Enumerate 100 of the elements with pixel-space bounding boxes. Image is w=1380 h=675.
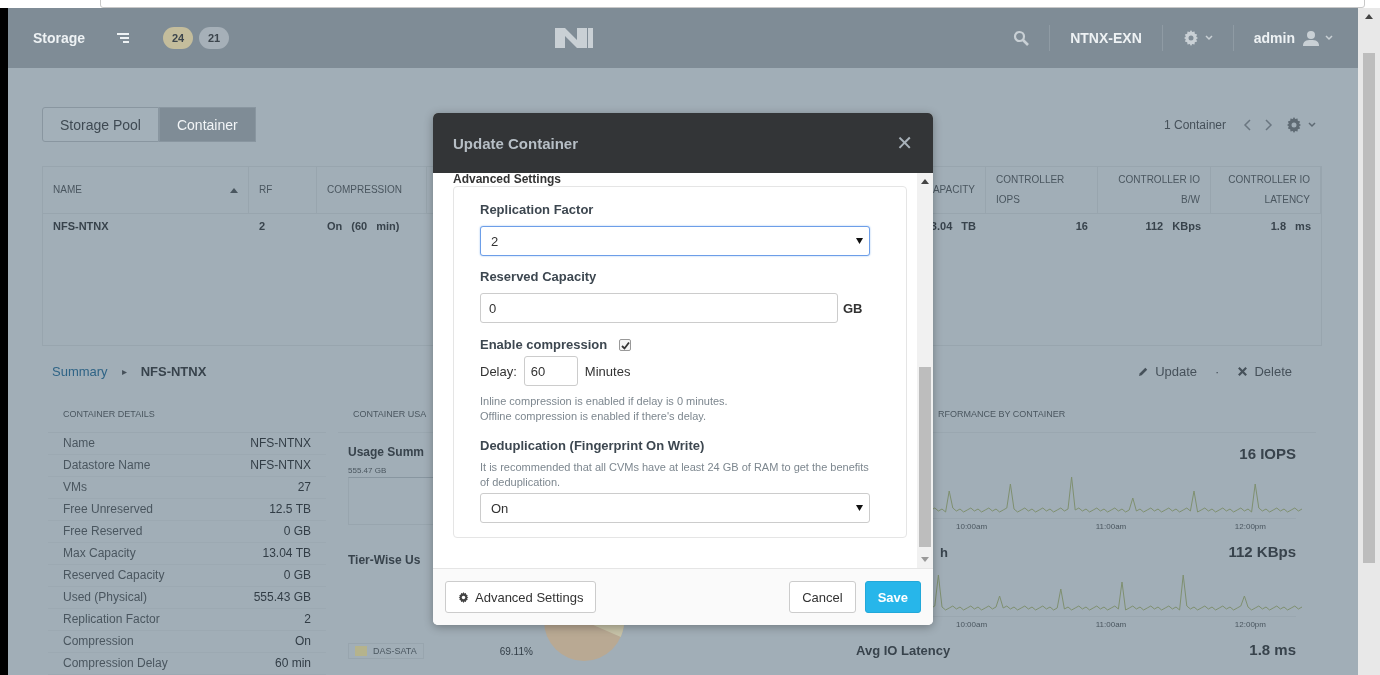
chart-value: 112 KBps [1228, 543, 1296, 560]
column-header[interactable]: NAME [43, 167, 249, 214]
detail-label: Used (Physical) [63, 589, 148, 606]
cancel-button[interactable]: Cancel [789, 581, 856, 613]
detail-label: Compression Delay [63, 655, 168, 672]
detail-value: NFS-NTNX [250, 457, 311, 474]
user-name[interactable]: admin [1253, 30, 1295, 46]
alert-count-badge[interactable]: 24 [163, 27, 194, 49]
detail-label: Free Unreserved [63, 501, 154, 518]
section-title: Advanced Settings [453, 173, 563, 186]
usage-value: 555.47 GB [348, 466, 387, 475]
chart-title: Usage Summ [348, 445, 425, 459]
dialog-title: Update Container [453, 134, 578, 152]
logo-icon [555, 28, 594, 48]
address-bar[interactable] [100, 0, 1365, 8]
search-icon[interactable] [1013, 30, 1030, 46]
field-label: Replication Factor [480, 202, 595, 218]
panel-title: RFORMANCE BY CONTAINER [938, 409, 1066, 419]
container-count: 1 Container [1163, 117, 1226, 132]
scroll-up-icon[interactable] [1365, 14, 1373, 19]
caret-icon [856, 505, 863, 511]
close-icon [1237, 365, 1249, 377]
detail-value: 555.43 GB [253, 589, 311, 606]
detail-label: Max Capacity [63, 545, 136, 562]
column-header[interactable]: CONTROLLER IO B/W [1098, 167, 1211, 214]
chart-title: Tier-Wise Us [348, 553, 421, 567]
user-icon[interactable] [1303, 30, 1319, 46]
chart-value: 1.8 ms [1249, 641, 1296, 658]
unit-label: GB [843, 300, 863, 316]
detail-value: 0 GB [283, 567, 311, 584]
delay-field[interactable]: 60 [523, 356, 578, 386]
app-name: Storage [33, 30, 86, 46]
detail-label: Name [63, 435, 95, 452]
breadcrumb-current: NFS-NTNX [140, 363, 207, 379]
detail-value: 60 min [274, 655, 311, 672]
breadcrumb-link[interactable]: Summary [52, 363, 108, 379]
chart-value: 16 IOPS [1239, 445, 1296, 462]
time-label: 11:00am [1095, 522, 1127, 531]
field-label: Enable compression [480, 337, 608, 353]
scroll-up-icon[interactable] [921, 179, 929, 184]
close-button[interactable]: ✕ [896, 131, 913, 155]
table-cell: 2 [259, 220, 266, 232]
settings-icon[interactable] [1286, 116, 1302, 133]
column-header[interactable]: CONTROLLER IOPS [986, 167, 1098, 214]
field-label: Deduplication (Fingerprint On Write) [480, 438, 706, 454]
panel-title: CONTAINER DETAILS [63, 409, 155, 419]
detail-label: Datastore Name [63, 457, 151, 474]
detail-value: 2 [304, 611, 311, 628]
time-label: 12:00pm [1234, 522, 1266, 531]
column-header[interactable]: CONTROLLER IO LATENCY [1211, 167, 1321, 214]
alert-count-badge[interactable]: 21 [199, 27, 230, 49]
gear-icon [458, 591, 469, 603]
table-cell: 16 [1075, 220, 1088, 232]
update-button[interactable]: Update [1138, 363, 1198, 379]
tab[interactable]: Storage Pool [42, 107, 159, 142]
detail-value: 12.5 TB [269, 501, 311, 518]
delete-button[interactable]: Delete [1237, 363, 1292, 379]
time-label: 10:00am [956, 620, 988, 629]
menu-icon[interactable] [117, 33, 130, 43]
help-text: It is recommended that all CVMs have at least 24 GB of RAM to get the benefits of deduplication. [480, 460, 870, 490]
table-cell: On (60 min) [327, 220, 400, 232]
table-cell: 112 KBps [1145, 220, 1201, 232]
legend-item: DAS-SATA [348, 643, 424, 659]
detail-value: 0 GB [283, 523, 311, 540]
time-label: 10:00am [956, 522, 988, 531]
cluster-name[interactable]: NTNX-EXN [1070, 30, 1142, 46]
detail-label: VMs [63, 479, 87, 496]
column-header[interactable]: RF [249, 167, 317, 214]
field-label: Reserved Capacity [480, 269, 598, 285]
sort-ascending-icon [230, 187, 238, 193]
detail-value: 27 [297, 479, 311, 496]
help-text: Offline compression is enabled if there's delay. [480, 409, 708, 424]
caret-icon[interactable] [1308, 121, 1316, 128]
legend-value: 69.11% [499, 646, 533, 657]
detail-label: Replication Factor [63, 611, 160, 628]
chart-title: h [940, 545, 948, 560]
advanced-settings-button[interactable]: Advanced Settings [445, 581, 597, 613]
column-header[interactable]: COMPRESSION [317, 167, 427, 214]
detail-value: NFS-NTNX [250, 435, 311, 452]
replication-factor-select[interactable]: 2 [480, 226, 870, 256]
settings-icon[interactable] [1182, 30, 1199, 46]
breadcrumb-separator: ▸ [121, 365, 127, 377]
reserved-capacity-field[interactable]: 0 [480, 293, 838, 323]
panel-title: CONTAINER USA [353, 409, 427, 419]
detail-value: 13.04 TB [262, 545, 311, 562]
save-button[interactable]: Save [864, 581, 921, 613]
table-cell: NFS-NTNX [53, 220, 109, 232]
unit-label: Minutes [584, 363, 631, 379]
scrollbar[interactable] [1358, 8, 1380, 675]
compression-checkbox[interactable] [619, 339, 632, 351]
detail-value: On [295, 633, 311, 650]
tab[interactable]: Container [158, 107, 256, 142]
detail-label: Free Reserved [63, 523, 143, 540]
scroll-down-icon[interactable] [921, 557, 929, 562]
detail-label: Reserved Capacity [63, 567, 165, 584]
scrollbar[interactable] [917, 173, 933, 568]
deduplication-select[interactable]: On [480, 493, 870, 523]
detail-label: Compression [63, 633, 134, 650]
action-separator: · [1215, 363, 1220, 379]
help-text: Inline compression is enabled if delay is 0 minutes. [480, 394, 729, 409]
